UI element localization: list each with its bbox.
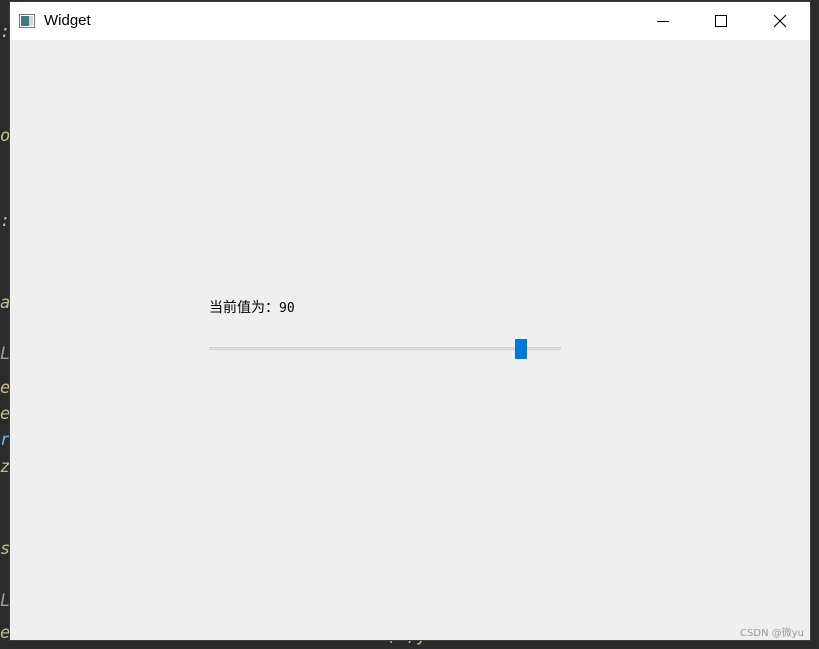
close-button[interactable] [751,2,809,40]
window-title: Widget [44,12,91,29]
minimize-button[interactable] [634,2,692,40]
current-value-prefix: 当前值为： [209,300,279,316]
slider-handle[interactable] [515,339,527,359]
bg-code-fragment: e [0,404,11,424]
close-icon [773,14,787,28]
maximize-button[interactable] [692,2,750,40]
bg-code-fragment: : [0,22,11,42]
title-bar[interactable]: Widget [10,2,810,40]
bg-code-fragment: : [0,211,11,231]
qt-window-icon[interactable] [19,13,35,28]
widget-window: Widget 当前值为：90 CSDN @微yu [10,2,810,640]
maximize-icon [715,15,727,27]
bg-code-fragment: r [0,430,11,450]
bg-code-fragment: o [0,126,11,146]
background-strip: ( )y [0,626,819,649]
minimize-icon [657,15,669,27]
current-value-number: 90 [279,301,295,316]
bg-code-fragment: L [0,591,11,611]
slider-groove[interactable] [209,347,561,350]
current-value-label: 当前值为：90 [209,298,295,319]
bg-code-fragment: s [0,539,11,559]
value-slider[interactable] [209,338,561,360]
widget-client-area: 当前值为：90 CSDN @微yu [10,40,810,640]
bg-code-fragment: L [0,344,11,364]
csdn-watermark: CSDN @微yu [740,628,804,639]
bg-code-fragment: a [0,293,11,313]
bg-code-fragment: e [0,378,11,398]
